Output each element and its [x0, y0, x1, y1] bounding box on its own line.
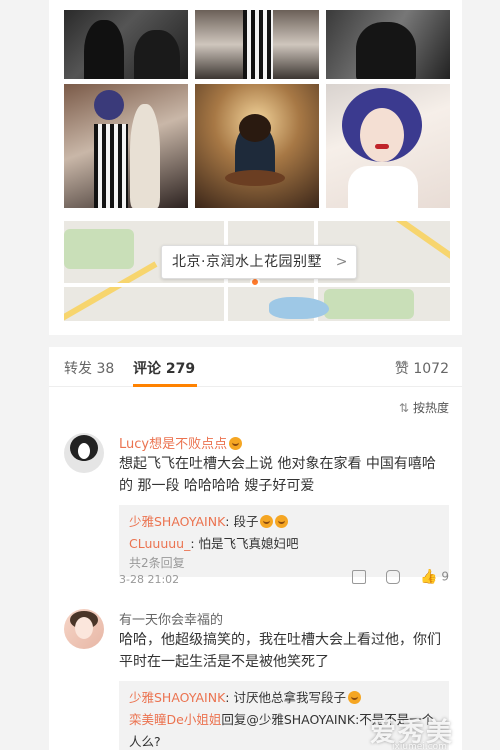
avatar[interactable]: [64, 609, 104, 649]
tab-forward[interactable]: 转发 38: [64, 358, 114, 378]
like-button[interactable]: 👍 9: [420, 569, 449, 585]
comment-text: 哈哈，他超级搞笑的，我在吐槽大会上看过他，你们平时在一起生活是不是被他笑死了: [119, 632, 441, 670]
tab-comment[interactable]: 评论 279: [133, 358, 195, 378]
reply-item: CLuuuuu_: 怕是飞飞真媳妇吧: [129, 533, 439, 555]
like-count: 9: [441, 569, 449, 584]
reply-text: : 怕是飞飞真媳妇吧: [190, 536, 299, 551]
comments-card: 转发 38 评论 279 赞 1072 ⇅ 按热度 Lucy想是不败点点 想起飞飞…: [49, 347, 462, 750]
watermark-url: ixiumei.com: [392, 742, 447, 750]
reply-box[interactable]: 少雅SHAOYAINK: 段子 CLuuuuu_: 怕是飞飞真媳妇吧 共2条回复: [119, 505, 449, 577]
comment-username-text: Lucy想是不败点点: [119, 437, 228, 452]
reply-username[interactable]: 少雅SHAOYAINK: [129, 690, 225, 705]
reply-username[interactable]: CLuuuuu_: [129, 536, 190, 551]
share-icon: [352, 570, 367, 585]
thumbs-up-icon: 👍: [420, 569, 438, 585]
tab-like[interactable]: 赞 1072: [395, 358, 449, 378]
share-button[interactable]: [352, 570, 367, 585]
post-photo-1[interactable]: [64, 10, 188, 79]
interaction-tabs: 转发 38 评论 279 赞 1072: [49, 347, 462, 387]
post-media-card: 北京·京润水上花园别墅 >: [49, 0, 462, 335]
location-text: 北京·京润水上花园别墅: [172, 254, 322, 270]
comment-text: 想起飞飞在吐槽大会上说 他对象在家看 中国有嘻哈 的 那一段 哈哈哈哈 嫂子好可…: [119, 456, 436, 494]
comment-actions: 👍 9: [336, 569, 449, 585]
emoji-icon: [229, 437, 243, 450]
emoji-icon: [275, 515, 289, 528]
sort-button[interactable]: ⇅ 按热度: [399, 399, 449, 416]
post-photo-6[interactable]: [326, 84, 450, 208]
emoji-icon: [260, 515, 274, 528]
reply-text: : 讨厌他总拿我写段子: [225, 690, 346, 705]
comment-button[interactable]: [386, 570, 401, 585]
comment-username[interactable]: Lucy想是不败点点: [119, 433, 243, 452]
comment-icon: [386, 570, 401, 585]
reply-username[interactable]: 少雅SHAOYAINK: [129, 514, 225, 529]
sort-label: 按热度: [412, 401, 449, 415]
avatar[interactable]: [64, 433, 104, 473]
reply-item: 少雅SHAOYAINK: 段子: [129, 511, 439, 533]
post-photo-5[interactable]: [195, 84, 319, 208]
post-photo-4[interactable]: [64, 84, 188, 208]
sort-icon: ⇅: [398, 401, 409, 415]
post-photo-3[interactable]: [326, 10, 450, 79]
post-photo-2[interactable]: [195, 10, 319, 79]
reply-username[interactable]: 栾美瞳De小姐姐: [129, 712, 221, 727]
comment-username[interactable]: 有一天你会幸福的: [119, 609, 223, 628]
location-map[interactable]: 北京·京润水上花园别墅 >: [64, 221, 450, 321]
reply-item: 少雅SHAOYAINK: 讨厌他总拿我写段子: [129, 687, 439, 709]
emoji-icon: [347, 691, 361, 704]
reply-text: : 段子: [225, 514, 259, 529]
active-tab-indicator: [133, 384, 197, 387]
location-label[interactable]: 北京·京润水上花园别墅 >: [161, 245, 357, 279]
chevron-right-icon: >: [335, 254, 348, 270]
